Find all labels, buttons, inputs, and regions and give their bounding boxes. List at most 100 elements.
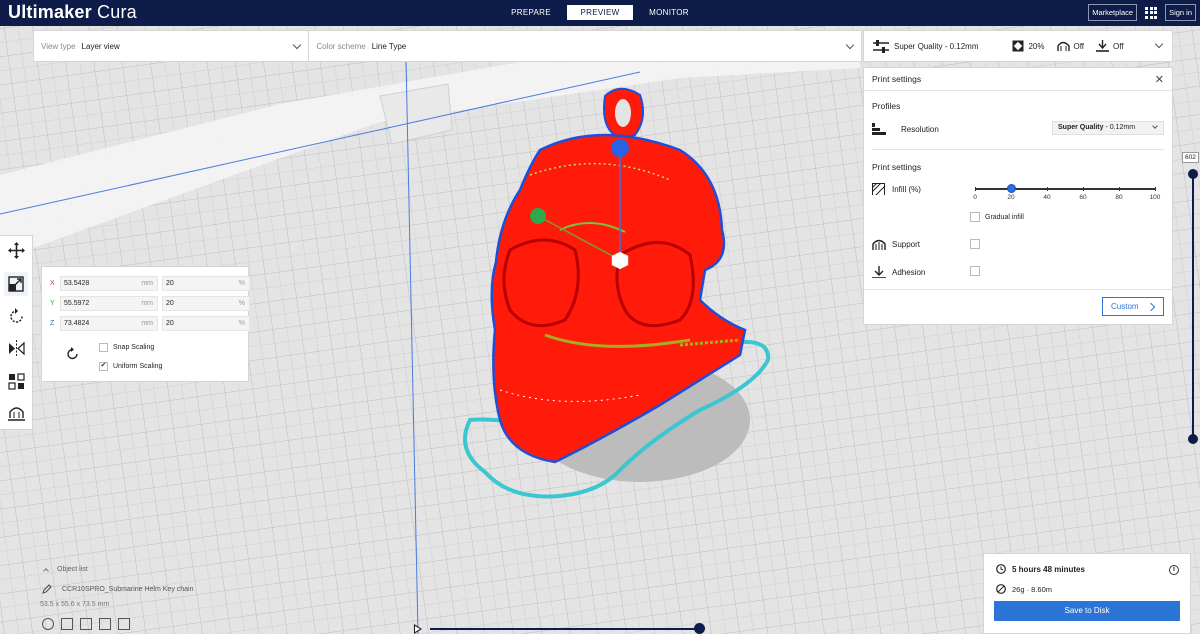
gradual-infill-checkbox[interactable] [970, 212, 980, 222]
reset-scale-icon[interactable] [66, 347, 80, 363]
support-icon [1056, 41, 1070, 51]
pencil-icon [42, 584, 52, 594]
scale-z-percent-input[interactable]: 20% [162, 316, 250, 331]
snap-scaling-option: Snap Scaling [99, 343, 154, 352]
tab-preview[interactable]: PREVIEW [567, 5, 633, 20]
play-icon[interactable] [414, 624, 422, 634]
apps-grid-icon[interactable] [1145, 6, 1158, 19]
snap-scaling-checkbox[interactable] [99, 343, 108, 352]
marketplace-button[interactable]: Marketplace [1088, 4, 1138, 21]
layer-path-simulation [414, 622, 706, 634]
scale-panel: X 53.5428 mm 20% Y 55.5972 mm 20% Z 73.482… [41, 266, 250, 382]
layer-lower-handle[interactable] [1188, 434, 1198, 444]
support-blocker-icon[interactable] [8, 404, 25, 421]
support-row: Support [872, 238, 920, 250]
scale-y-value: 20 [166, 300, 174, 307]
chevron-down-icon [1154, 39, 1164, 49]
info-icon[interactable]: i [1169, 565, 1179, 575]
object-list-title: Object list [57, 566, 88, 573]
infill-slider-handle[interactable] [1007, 184, 1016, 193]
slider-tick-label: 60 [1079, 194, 1087, 201]
gradual-infill-label: Gradual infill [985, 213, 1024, 221]
view-top-icon[interactable] [80, 618, 92, 630]
infill-label: Infill (%) [892, 184, 921, 194]
custom-settings-button[interactable]: Custom [1102, 297, 1164, 316]
snap-scaling-label: Snap Scaling [113, 344, 155, 351]
move-tool-icon[interactable] [8, 242, 25, 259]
view-type-select[interactable]: View type Layer view [34, 31, 310, 61]
divider [872, 149, 1164, 150]
uniform-scaling-option: Uniform Scaling [99, 361, 163, 371]
view-type-label: View type [41, 41, 76, 51]
scale-row-z: Z 73.4824 mm 20% [50, 316, 254, 331]
size-z-value: 73.4824 [64, 320, 90, 327]
resolution-select[interactable]: Super Quality - 0.12mm [1052, 121, 1164, 135]
size-y-value: 55.5972 [64, 300, 90, 307]
support-checkbox[interactable] [970, 239, 980, 249]
size-z-unit: mm [141, 320, 153, 327]
tool-panel [0, 235, 33, 430]
chevron-down-icon [293, 40, 302, 50]
axis-label-x: X [50, 280, 55, 287]
material-usage: 26g · 8.60m [1012, 584, 1053, 594]
scale-x-percent-input[interactable]: 20% [162, 276, 250, 291]
view-front-icon[interactable] [61, 618, 73, 630]
support-summary: Off [1056, 40, 1084, 52]
gradual-infill-row: Gradual infill [970, 212, 1024, 222]
layer-slider[interactable]: 602 [1182, 152, 1200, 448]
slider-track [975, 188, 1155, 190]
resolution-label: Resolution [901, 124, 939, 134]
print-time-row: 5 hours 48 minutes [996, 564, 1085, 574]
infill-icon [1012, 40, 1024, 52]
stage-tabs: PREPARE PREVIEW MONITOR [498, 5, 705, 20]
color-scheme-label: Color scheme [316, 41, 366, 51]
path-slider-handle[interactable] [694, 623, 705, 634]
resolution-icon [872, 123, 886, 135]
view-right-icon[interactable] [118, 618, 130, 630]
view-options-bar: View type Layer view Color scheme Line T… [33, 30, 862, 62]
object-list-toggle[interactable]: Object list [42, 566, 88, 574]
adhesion-label: Adhesion [892, 267, 926, 277]
size-z-input[interactable]: 73.4824 mm [60, 316, 158, 331]
tab-monitor[interactable]: MONITOR [636, 5, 702, 20]
adhesion-icon [1096, 40, 1110, 52]
adhesion-checkbox[interactable] [970, 266, 980, 276]
print-setup-selector[interactable]: Super Quality - 0.12mm 20% Off Off [863, 30, 1173, 62]
size-x-input[interactable]: 53.5428 mm [60, 276, 158, 291]
mirror-tool-icon[interactable] [8, 340, 25, 357]
scale-tool-icon[interactable] [4, 272, 28, 296]
current-layer-number[interactable]: 602 [1182, 152, 1199, 163]
rotate-tool-icon[interactable] [8, 308, 25, 325]
size-x-value: 53.5428 [64, 280, 90, 287]
slider-tick-label: 80 [1115, 194, 1123, 201]
adhesion-summary: Off [1096, 40, 1124, 52]
object-name: CCR10SPRO_Submarine Helm Key chain [62, 585, 194, 593]
slider-tick-label: 100 [1149, 194, 1161, 201]
uniform-scaling-label: Uniform Scaling [113, 363, 163, 370]
view-3d-icon[interactable] [42, 618, 54, 630]
object-name-row[interactable]: CCR10SPRO_Submarine Helm Key chain [42, 584, 194, 594]
slider-tick [975, 187, 976, 191]
spool-icon [996, 584, 1006, 594]
job-specs-panel: 5 hours 48 minutes i 26g · 8.60m Save to… [983, 553, 1191, 634]
infill-icon [872, 183, 886, 195]
size-y-input[interactable]: 55.5972 mm [60, 296, 158, 311]
account-area: Marketplace Sign in [1080, 4, 1196, 21]
infill-slider[interactable]: 0 20 40 60 80 100 [973, 184, 1160, 212]
signin-button[interactable]: Sign in [1165, 4, 1196, 21]
view-left-icon[interactable] [99, 618, 111, 630]
object-dimensions: 53.5 x 55.6 x 73.5 mm [40, 601, 110, 608]
uniform-scaling-checkbox[interactable] [99, 361, 108, 371]
layer-upper-handle[interactable] [1188, 169, 1198, 179]
save-to-disk-button[interactable]: Save to Disk [994, 601, 1180, 621]
close-icon[interactable]: ✕ [1155, 73, 1164, 86]
per-model-settings-icon[interactable] [8, 373, 25, 390]
scale-x-value: 20 [166, 280, 174, 287]
adhesion-row: Adhesion [872, 266, 925, 278]
color-scheme-select[interactable]: Color scheme Line Type [309, 31, 861, 61]
resolution-value-layer: - 0.12mm [1103, 124, 1136, 131]
quality-profile-text: Super Quality - 0.12mm [894, 41, 979, 51]
tab-prepare[interactable]: PREPARE [498, 5, 564, 20]
scale-y-percent-input[interactable]: 20% [162, 296, 250, 311]
adhesion-icon [872, 266, 886, 278]
